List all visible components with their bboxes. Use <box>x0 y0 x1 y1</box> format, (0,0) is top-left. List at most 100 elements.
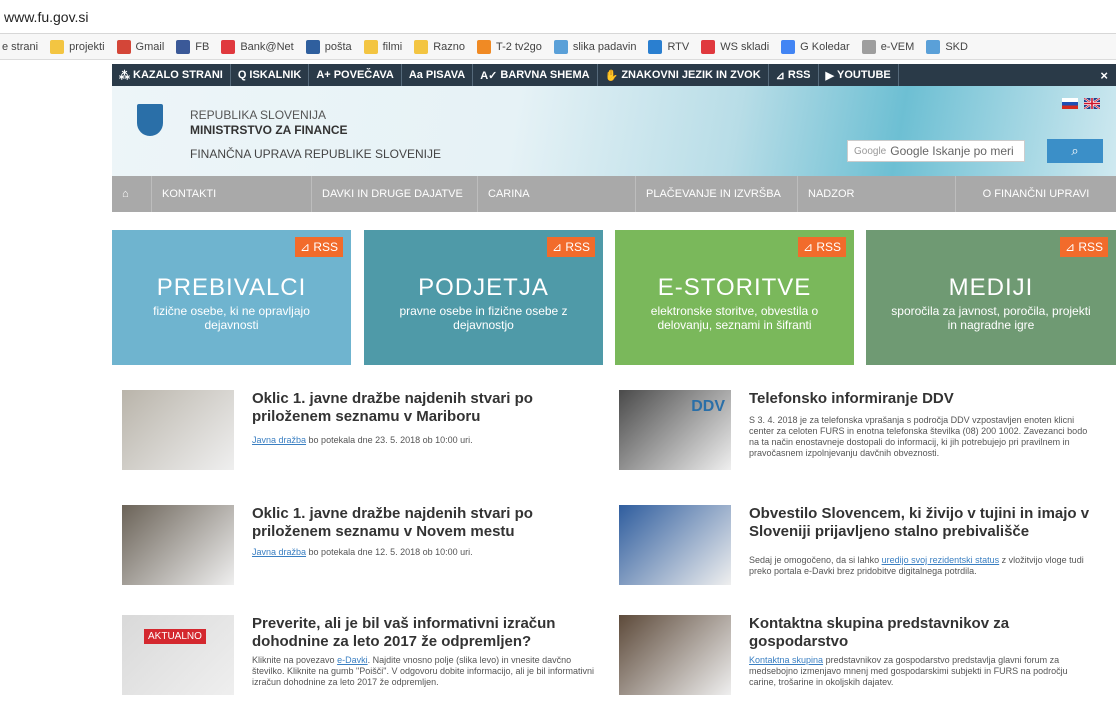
rss-button[interactable]: ⊿ RSS <box>1059 237 1108 257</box>
accessibility-item[interactable]: Aa PISAVA <box>402 64 474 86</box>
nav-item[interactable]: NADZOR <box>798 176 956 212</box>
rss-button[interactable]: ⊿ RSS <box>294 237 343 257</box>
bookmark-icon <box>476 39 491 54</box>
bookmark-item[interactable]: projekti <box>50 39 105 54</box>
address-bar[interactable]: www.fu.gov.si <box>0 0 1116 34</box>
bookmark-item[interactable]: SKD <box>926 39 968 54</box>
bookmark-label: projekti <box>69 40 105 53</box>
close-icon[interactable]: × <box>1100 68 1116 83</box>
bookmark-item[interactable]: e-VEM <box>861 39 915 54</box>
bookmark-item[interactable]: Razno <box>414 39 465 54</box>
header-republic: REPUBLIKA SLOVENIJA <box>190 108 327 122</box>
news-text-body: bo potekala dne 23. 5. 2018 ob 10:00 uri… <box>306 435 473 445</box>
accessibility-icon: Aa <box>408 69 423 81</box>
accessibility-item[interactable]: ✋ ZNAKOVNI JEZIK IN ZVOK <box>598 64 769 86</box>
tile-subtitle: pravne osebe in fizične osebe z dejavnos… <box>399 304 568 332</box>
category-tile[interactable]: ⊿ RSS PODJETJA pravne osebe in fizične ose… <box>364 230 603 365</box>
news-text: Sedaj je omogočeno, da si lahko uredijo … <box>749 555 1094 577</box>
tile-title: MEDIJI <box>948 274 1034 301</box>
news-image[interactable]: DDV <box>619 390 731 470</box>
site-header: REPUBLIKA SLOVENIJA MINISTRSTVO ZA FINAN… <box>112 86 1116 176</box>
bookmark-item[interactable]: FB <box>176 39 209 54</box>
news-image[interactable] <box>122 505 234 585</box>
bookmark-label: e strani <box>2 40 39 53</box>
bookmark-item[interactable]: T-2 tv2go <box>476 39 542 54</box>
nav-item[interactable]: CARINA <box>478 176 636 212</box>
news-image[interactable] <box>122 390 234 470</box>
bookmark-item[interactable]: e strani <box>2 41 38 53</box>
news-item: Kontaktna skupina predstavnikov za gospo… <box>619 615 1099 705</box>
category-tile[interactable]: ⊿ RSS MEDIJI sporočila za javnost, poročil… <box>866 230 1116 365</box>
search-placeholder: Google Iskanje po meri <box>890 144 1014 158</box>
bookmark-label: pošta <box>324 40 352 53</box>
home-icon[interactable]: ⌂ <box>112 176 152 212</box>
nav-item[interactable]: DAVKI IN DRUGE DAJATVE <box>312 176 478 212</box>
bookmark-label: Gmail <box>135 40 165 53</box>
news-image[interactable] <box>619 615 731 695</box>
bookmark-item[interactable]: slika padavin <box>553 39 637 54</box>
bookmark-icon <box>926 39 941 54</box>
accessibility-icon: A+ <box>316 69 331 81</box>
news-link[interactable]: Kontaktna skupina <box>749 655 823 665</box>
news-title[interactable]: Oklic 1. javne dražbe najdenih stvari po… <box>252 505 602 541</box>
bookmark-item[interactable]: Bank@Net <box>221 39 294 54</box>
bookmark-label: Razno <box>433 40 465 53</box>
rss-button[interactable]: ⊿ RSS <box>797 237 846 257</box>
nav-item[interactable]: PLAČEVANJE IN IZVRŠBA <box>636 176 798 212</box>
news-item: Obvestilo Slovencem, ki živijo v tujini … <box>619 505 1099 595</box>
news-link[interactable]: e-Davki <box>337 655 368 665</box>
accessibility-item[interactable]: ⊿ RSS <box>769 64 819 86</box>
news-title[interactable]: Telefonsko informiranje DDV <box>749 390 1099 408</box>
bookmark-icon <box>116 39 131 54</box>
accessibility-label: PISAVA <box>425 69 466 81</box>
tile-subtitle: sporočila za javnost, poročila, projekti… <box>891 304 1091 332</box>
bookmark-icon <box>414 39 429 54</box>
search-button[interactable]: ⌕ <box>1047 139 1103 163</box>
news-link[interactable]: Javna dražba <box>252 547 306 557</box>
bookmark-item[interactable]: RTV <box>648 39 689 54</box>
news-title[interactable]: Oklic 1. javne dražbe najdenih stvari po… <box>252 390 602 426</box>
bookmark-item[interactable]: filmi <box>363 39 402 54</box>
slovenian-flag-icon[interactable] <box>1062 98 1078 109</box>
bookmark-icon <box>701 39 716 54</box>
news-link[interactable]: uredijo svoj rezidentski status <box>882 555 1000 565</box>
news-text: Javna dražba bo potekala dne 23. 5. 2018… <box>252 435 597 446</box>
bookmark-item[interactable]: Gmail <box>116 39 165 54</box>
accessibility-item[interactable]: A✓ BARVNA SHEMA <box>473 64 598 86</box>
news-link[interactable]: Javna dražba <box>252 435 306 445</box>
accessibility-item[interactable]: Q ISKALNIK <box>231 64 310 86</box>
english-flag-icon[interactable] <box>1084 98 1100 109</box>
news-title[interactable]: Preverite, ali je bil vaš informativni i… <box>252 615 602 651</box>
bookmark-item[interactable]: WS skladi <box>701 39 770 54</box>
nav-item[interactable]: KONTAKTI <box>152 176 312 212</box>
aktualno-badge: AKTUALNO <box>144 629 206 644</box>
news-item: AKTUALNO Preverite, ali je bil vaš inform… <box>122 615 602 705</box>
rss-button[interactable]: ⊿ RSS <box>546 237 595 257</box>
bookmark-icon <box>861 39 876 54</box>
news-title[interactable]: Obvestilo Slovencem, ki živijo v tujini … <box>749 505 1099 541</box>
category-tile[interactable]: ⊿ RSS PREBIVALCI fizične osebe, ki ne opra… <box>112 230 351 365</box>
accessibility-icon: ⊿ <box>775 69 785 82</box>
news-item: DDV Telefonsko informiranje DDV S 3. 4. 20… <box>619 390 1099 480</box>
bookmark-item[interactable]: pošta <box>305 39 352 54</box>
url-text: www.fu.gov.si <box>4 8 89 25</box>
accessibility-icon: ✋ <box>604 69 619 82</box>
accessibility-item[interactable]: ▶ YOUTUBE <box>819 64 899 86</box>
news-text: S 3. 4. 2018 je za telefonska vprašanja … <box>749 415 1094 459</box>
accessibility-toolbar: ⁂ KAZALO STRANI Q ISKALNIK A+ POVEČAVA Aa P… <box>112 64 1116 86</box>
search-input[interactable]: Google Google Iskanje po meri <box>847 140 1025 162</box>
bookmark-item[interactable]: G Koledar <box>781 39 850 54</box>
accessibility-item[interactable]: A+ POVEČAVA <box>309 64 402 86</box>
news-title[interactable]: Kontaktna skupina predstavnikov za gospo… <box>749 615 1099 651</box>
accessibility-item[interactable]: ⁂ KAZALO STRANI <box>112 64 231 86</box>
news-image[interactable] <box>619 505 731 585</box>
category-tile[interactable]: ⊿ RSS E-STORITVE elektronske storitve, obv… <box>615 230 854 365</box>
news-text: Kliknite na povezavo e-Davki. Najdite vn… <box>252 655 597 688</box>
nav-item[interactable]: O FINANČNI UPRAVI <box>956 176 1116 212</box>
accessibility-label: YOUTUBE <box>836 69 891 81</box>
news-image[interactable]: AKTUALNO <box>122 615 234 695</box>
bookmark-label: slika padavin <box>572 40 637 53</box>
bookmark-label: WS skladi <box>720 40 770 53</box>
header-agency[interactable]: FINANČNA UPRAVA REPUBLIKE SLOVENIJE <box>190 147 441 161</box>
bookmark-label: e-VEM <box>880 40 915 53</box>
